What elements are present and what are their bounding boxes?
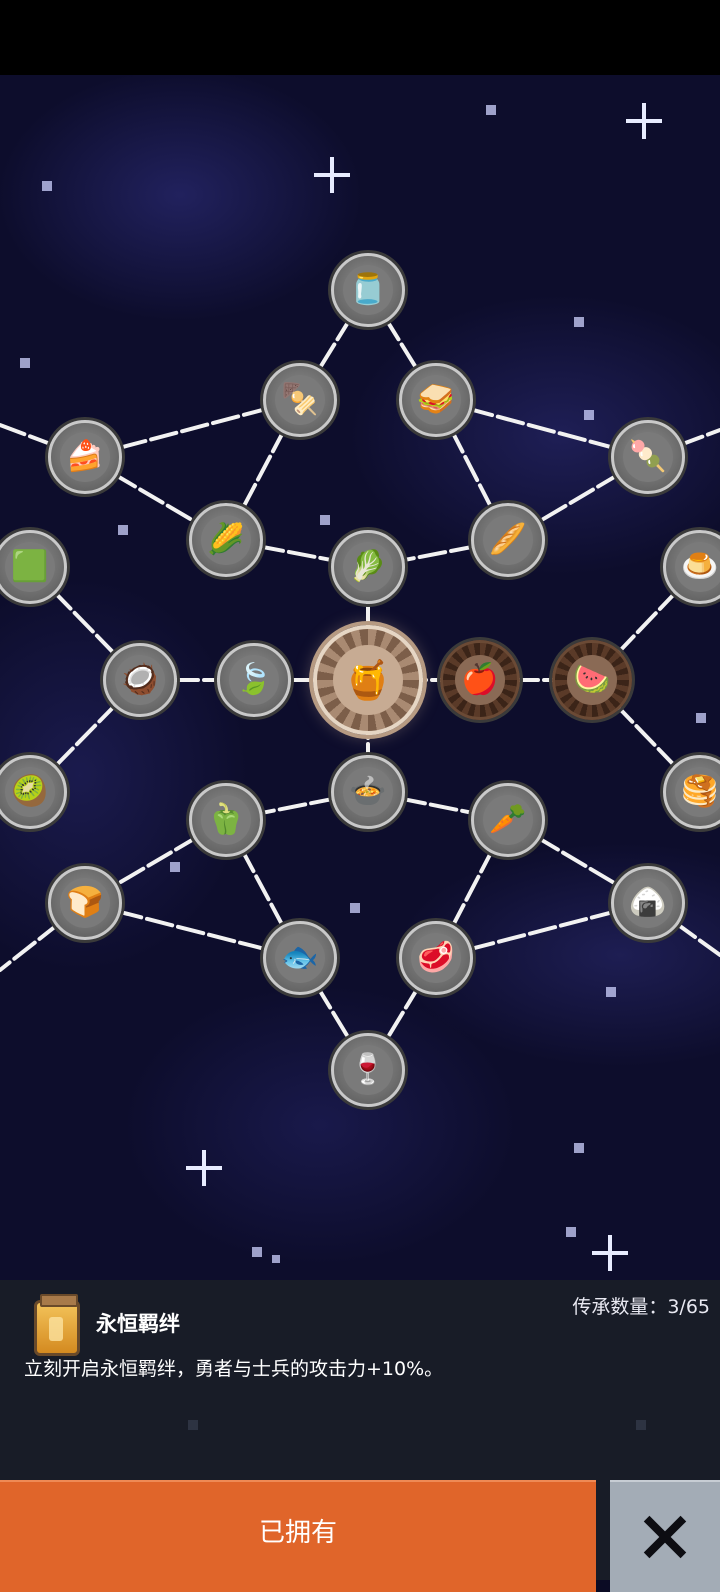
honey-jar-icon (34, 1294, 80, 1356)
corn-icon: 🌽 (201, 515, 251, 565)
item-description: 立刻开启永恒羁绊，勇者与士兵的攻击力+10%。 (24, 1358, 444, 1380)
node-skewer[interactable]: 🍢 (263, 363, 337, 437)
star (272, 1255, 280, 1263)
close-button[interactable] (610, 1480, 720, 1592)
star (170, 862, 180, 872)
radish-icon: 🥕 (483, 795, 533, 845)
soup-bowl-icon: 🍲 (343, 767, 393, 817)
node-sandwich[interactable]: 🥪 (399, 363, 473, 437)
center-honey-jar-icon: 🍯 (333, 645, 403, 715)
star (584, 410, 594, 420)
owned-button-label: 已拥有 (258, 1518, 337, 1548)
owned-button[interactable]: 已拥有 (0, 1480, 596, 1592)
apple-icon: 🍎 (455, 655, 505, 705)
skewer-icon: 🍢 (275, 375, 325, 425)
star (42, 181, 52, 191)
constellation-map[interactable]: 🍯 🍎 🍉 🫙 🍢 🥪 🍰 🍡 🌽 🥖 🥬 🟩 🍮 🥥 🍃 🥝 🥞 🍲 🫑 🥕 🍞 🍙 🐟 🥩 🍷 (0, 75, 720, 1280)
node-soup-bowl[interactable]: 🍲 (331, 755, 405, 829)
star (252, 1247, 262, 1257)
fish-icon: 🐟 (275, 933, 325, 983)
star (574, 1143, 584, 1153)
star (696, 713, 706, 723)
node-poison-jar[interactable]: 🫙 (331, 253, 405, 327)
star (574, 317, 584, 327)
steak-icon: 🥩 (411, 933, 461, 983)
meat-skewer-icon: 🍡 (623, 432, 673, 482)
inheritance-count: 传承数量：3/65 (572, 1296, 710, 1318)
sandwich-icon: 🥪 (411, 375, 461, 425)
chocolate-cake-icon: 🍰 (60, 432, 110, 482)
pancakes-icon: 🥞 (675, 767, 720, 817)
status-bar (0, 0, 720, 75)
node-corn[interactable]: 🌽 (189, 503, 263, 577)
watermelon-icon: 🍉 (567, 655, 617, 705)
node-wine-bottle[interactable]: 🍷 (331, 1033, 405, 1107)
node-fish[interactable]: 🐟 (263, 921, 337, 995)
bread-loaf-icon: 🍞 (60, 878, 110, 928)
kiwi-icon: 🥝 (5, 767, 55, 817)
node-meat-skewer[interactable]: 🍡 (611, 420, 685, 494)
item-title: 永恒羁绊 (96, 1312, 180, 1336)
wine-bottle-icon: 🍷 (343, 1045, 393, 1095)
star (320, 515, 330, 525)
node-steak[interactable]: 🥩 (399, 921, 473, 995)
panel-decoration (636, 1420, 646, 1430)
pudding-icon: 🍮 (675, 542, 720, 592)
sparkle-star (592, 1235, 628, 1271)
star (606, 987, 616, 997)
node-pepper[interactable]: 🫑 (189, 783, 263, 857)
baguette-icon: 🥖 (483, 515, 533, 565)
rice-ball-icon: 🍙 (623, 878, 673, 928)
star (350, 903, 360, 913)
sparkle-star (314, 157, 350, 193)
node-leaf[interactable]: 🍃 (217, 643, 291, 717)
panel-decoration (188, 1420, 198, 1430)
node-bread-loaf[interactable]: 🍞 (48, 866, 122, 940)
poison-jar-icon: 🫙 (343, 265, 393, 315)
node-watermelon[interactable]: 🍉 (552, 640, 632, 720)
node-rice-ball[interactable]: 🍙 (611, 866, 685, 940)
node-chocolate-cake[interactable]: 🍰 (48, 420, 122, 494)
node-center-honey-jar[interactable]: 🍯 (313, 625, 423, 735)
star (486, 105, 496, 115)
sparkle-star (626, 103, 662, 139)
star (566, 1227, 576, 1237)
cabbage-icon: 🥬 (343, 542, 393, 592)
node-apple[interactable]: 🍎 (440, 640, 520, 720)
close-icon (643, 1515, 687, 1559)
node-coconut[interactable]: 🥥 (103, 643, 177, 717)
star (20, 358, 30, 368)
coconut-icon: 🥥 (115, 655, 165, 705)
leaf-icon: 🍃 (229, 655, 279, 705)
node-baguette[interactable]: 🥖 (471, 503, 545, 577)
star (118, 525, 128, 535)
node-cabbage[interactable]: 🥬 (331, 530, 405, 604)
sparkle-star (186, 1150, 222, 1186)
pepper-icon: 🫑 (201, 795, 251, 845)
node-radish[interactable]: 🥕 (471, 783, 545, 857)
jelly-icon: 🟩 (5, 542, 55, 592)
